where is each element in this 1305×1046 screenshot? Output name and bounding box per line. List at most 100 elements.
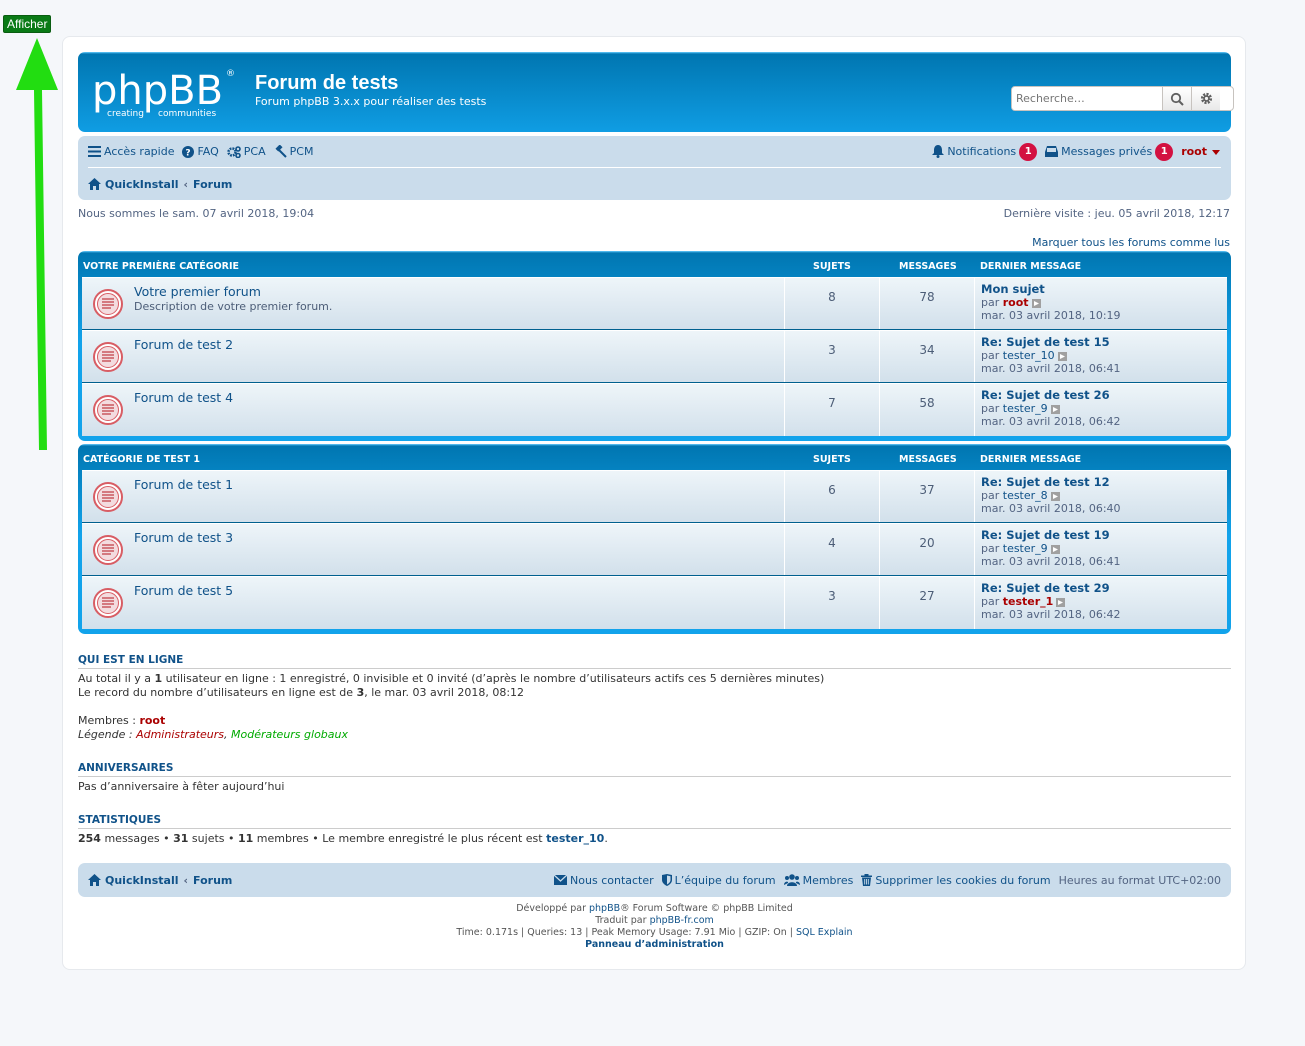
search-input[interactable]: [1012, 87, 1162, 110]
last-post-title-link[interactable]: Re: Sujet de test 12: [981, 476, 1227, 489]
legend-administrators-link[interactable]: Administrateurs: [136, 728, 224, 741]
search-icon: [1170, 92, 1184, 106]
forum-posts-count: 20: [879, 524, 974, 575]
who-is-online-title[interactable]: Qui est en ligne: [78, 654, 1231, 669]
last-post-title-link[interactable]: Mon sujet: [981, 283, 1227, 296]
delete-cookies-link[interactable]: Supprimer les cookies du forum: [861, 874, 1051, 887]
category-title[interactable]: Votre première catégorie: [83, 261, 239, 272]
forum-posts-count: 27: [879, 577, 974, 629]
phpbb-fr-link[interactable]: phpBB-fr.com: [650, 915, 714, 926]
private-messages-label: Messages privés: [1061, 145, 1153, 158]
view-latest-post-icon[interactable]: [1050, 404, 1060, 414]
last-post-author-link[interactable]: tester_8: [1003, 489, 1048, 502]
forum-title-link[interactable]: Forum de test 4: [134, 390, 233, 405]
faq-link[interactable]: ? FAQ: [182, 145, 219, 158]
copyright: Développé par phpBB® Forum Software © ph…: [456, 903, 853, 950]
forum-last-post: Re: Sujet de test 15 par tester_10 mar. …: [974, 331, 1227, 382]
home-icon: [88, 874, 101, 886]
search-button[interactable]: [1162, 87, 1191, 110]
members-link[interactable]: Membres: [783, 873, 854, 887]
svg-text:creating: creating: [107, 109, 144, 119]
envelope-icon: [554, 875, 568, 885]
forum-last-post: Re: Sujet de test 12 par tester_8 mar. 0…: [974, 471, 1227, 522]
forum-last-post: Re: Sujet de test 19 par tester_9 mar. 0…: [974, 524, 1227, 575]
forum-topics-count: 3: [784, 577, 879, 629]
view-latest-post-icon[interactable]: [1056, 597, 1066, 607]
members-label: Membres: [802, 873, 854, 887]
forum-title-link[interactable]: Forum de test 5: [134, 583, 233, 598]
afficher-button[interactable]: Afficher: [3, 15, 52, 33]
notifications-label: Notifications: [947, 145, 1017, 158]
forum-topics-count: 3: [784, 331, 879, 382]
forum-topics-count: 4: [784, 524, 879, 575]
team-label: L’équipe du forum: [674, 873, 776, 887]
pca-label: PCA: [243, 145, 266, 158]
legend-global-moderators-link[interactable]: Modérateurs globaux: [231, 728, 348, 741]
last-post-author-link[interactable]: root: [1003, 296, 1029, 309]
view-latest-post-icon[interactable]: [1050, 544, 1060, 554]
forum-row: Forum de test 2 3 34 Re: Sujet de test 1…: [82, 330, 1227, 383]
last-post-title-link[interactable]: Re: Sujet de test 19: [981, 529, 1227, 542]
last-visit-date: Dernière visite : jeu. 05 avril 2018, 12…: [1003, 207, 1230, 220]
user-menu[interactable]: root: [1181, 145, 1207, 158]
view-latest-post-icon[interactable]: [1057, 351, 1067, 361]
notifications-link[interactable]: Notifications: [932, 145, 1016, 158]
forum-title-link[interactable]: Forum de test 1: [134, 477, 233, 492]
view-latest-post-icon[interactable]: [1031, 298, 1041, 308]
footer-breadcrumb-forum[interactable]: Forum: [193, 874, 232, 887]
private-messages-link[interactable]: Messages privés: [1045, 145, 1152, 158]
last-post-by-label: par: [981, 595, 1000, 608]
last-post-date: mar. 03 avril 2018, 06:40: [981, 502, 1121, 515]
navbar: Accès rapide ? FAQ PCA PCM Notifications…: [78, 136, 1231, 200]
forum-read-icon: [93, 395, 123, 425]
notifications-badge: 1: [1019, 142, 1038, 161]
last-post-title-link[interactable]: Re: Sujet de test 26: [981, 389, 1227, 402]
breadcrumb-forum[interactable]: Forum: [193, 178, 232, 191]
last-post-author-link[interactable]: tester_10: [1003, 349, 1055, 362]
last-post-by-label: par: [981, 296, 1000, 309]
category-title[interactable]: Catégorie de test 1: [83, 454, 200, 465]
newest-member-link[interactable]: tester_10: [546, 832, 604, 845]
forum-title-link[interactable]: Forum de test 3: [134, 530, 233, 545]
breadcrumb-separator: ‹: [183, 177, 189, 191]
forum-read-icon: [93, 342, 123, 372]
advanced-search-button[interactable]: [1191, 87, 1220, 110]
pca-link[interactable]: PCA: [227, 145, 266, 158]
category-block: Votre première catégorie Sujets Messages…: [78, 251, 1231, 441]
last-post-author-link[interactable]: tester_9: [1003, 542, 1048, 555]
group-legend: Légende : Administrateurs, Modérateurs g…: [78, 728, 349, 741]
column-header-last-post: Dernier message: [980, 453, 1082, 465]
forum-read-icon: [93, 588, 123, 618]
phpbb-logo[interactable]: phpBB ® creating communities: [92, 66, 242, 122]
last-post-title-link[interactable]: Re: Sujet de test 15: [981, 336, 1227, 349]
last-post-by-label: par: [981, 402, 1000, 415]
sql-explain-link[interactable]: SQL Explain: [796, 927, 853, 938]
breadcrumb-home[interactable]: QuickInstall: [105, 178, 178, 191]
phpbb-link[interactable]: phpBB: [589, 903, 620, 914]
current-date: Nous sommes le sam. 07 avril 2018, 19:04: [78, 207, 315, 220]
last-post-by-label: par: [981, 489, 1000, 502]
search-box: [1011, 86, 1234, 111]
last-post-date: mar. 03 avril 2018, 06:42: [981, 608, 1121, 621]
forum-title-link[interactable]: Votre premier forum: [134, 284, 261, 299]
last-post-author-link[interactable]: tester_1: [1003, 595, 1054, 608]
caret-down-icon[interactable]: [1211, 147, 1221, 157]
breadcrumb: QuickInstall ‹ Forum: [88, 168, 232, 200]
admin-panel-link[interactable]: Panneau d’administration: [585, 939, 724, 950]
last-post-author-link[interactable]: tester_9: [1003, 402, 1048, 415]
team-link[interactable]: L’équipe du forum: [661, 873, 776, 887]
pcm-link[interactable]: PCM: [274, 145, 313, 158]
contact-link[interactable]: Nous contacter: [554, 874, 654, 887]
mark-all-read-link[interactable]: Marquer tous les forums comme lus: [1032, 236, 1230, 249]
forum-topics-count: 8: [784, 278, 879, 329]
last-post-title-link[interactable]: Re: Sujet de test 29: [981, 582, 1227, 595]
birthdays-text: Pas d’anniversaire à fêter aujourd’hui: [78, 780, 285, 793]
online-member-link[interactable]: root: [139, 714, 165, 727]
quick-access-menu[interactable]: Accès rapide: [88, 145, 174, 158]
footer-breadcrumb-home[interactable]: QuickInstall: [105, 874, 178, 887]
forum-topics-count: 7: [784, 384, 879, 436]
forum-title-link[interactable]: Forum de test 2: [134, 337, 233, 352]
site-header: phpBB ® creating communities Forum de te…: [78, 52, 1234, 132]
site-title: Forum de tests: [255, 72, 399, 94]
view-latest-post-icon[interactable]: [1050, 491, 1060, 501]
